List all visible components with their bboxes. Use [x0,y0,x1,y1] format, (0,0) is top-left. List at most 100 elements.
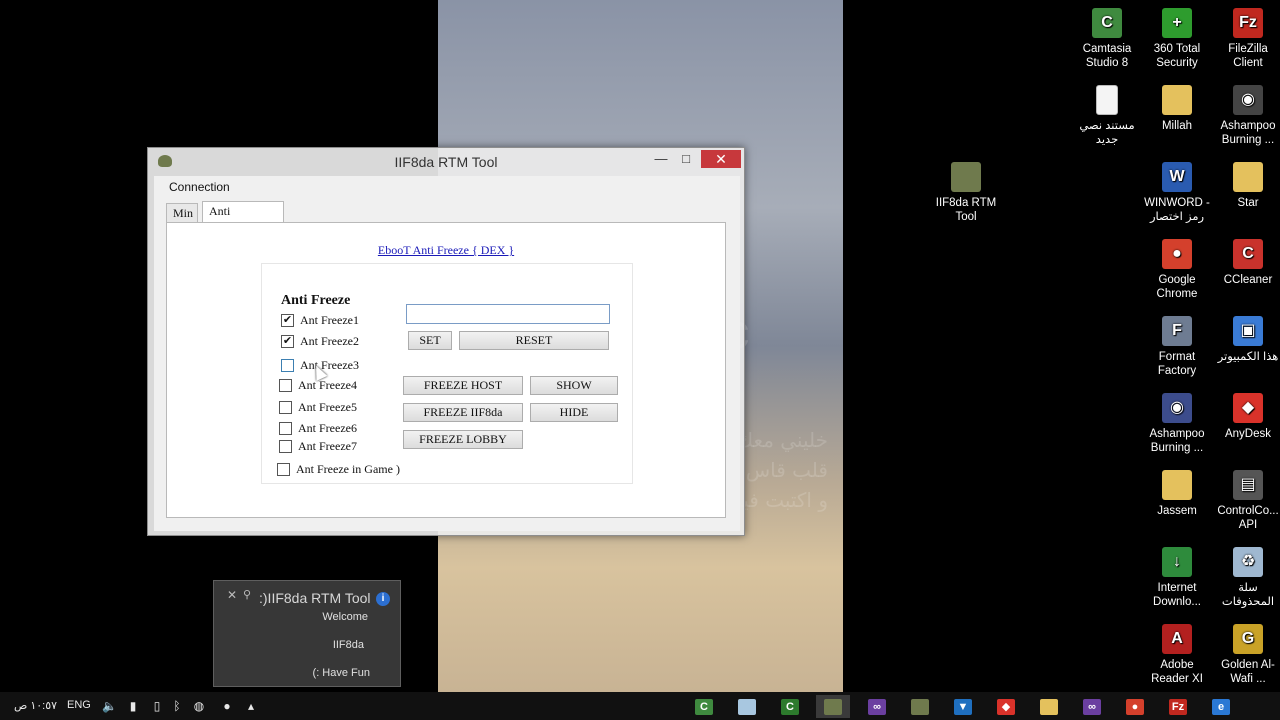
taskbar-button[interactable]: Fz [1161,695,1195,718]
set-button[interactable]: SET [408,331,452,350]
desktop-icon[interactable]: W WINWORD - رمز اختصار [1141,162,1213,224]
checkbox-row-ant-freeze1[interactable]: ✔ Ant Freeze1 [281,313,359,328]
menu-connection[interactable]: Connection [169,180,230,194]
taskbar-button[interactable] [730,695,764,718]
language-indicator[interactable]: ENG [67,699,91,711]
taskbar-button[interactable]: ∞ [1075,695,1109,718]
notification-line: (: Have Fun [312,667,370,679]
checkbox-row-ant-freeze6[interactable]: Ant Freeze6 [279,421,357,436]
checkbox-label: Ant Freeze5 [298,400,357,414]
close-icon[interactable]: ✕ [227,588,237,602]
maximize-button[interactable]: □ [676,150,696,168]
minimize-button[interactable]: — [651,150,671,168]
tab-anti-freeze[interactable]: Anti FREEZE [202,201,284,237]
taskbar-button[interactable]: C [687,695,721,718]
tab-min[interactable]: Min [166,203,198,223]
checkbox-ant-freeze4[interactable] [279,379,292,392]
checkbox-row-ant-freeze7[interactable]: Ant Freeze7 [279,439,357,454]
freeze-lobby-button[interactable]: FREEZE LOBBY [403,430,523,449]
golden-alwafi-icon: G [1233,624,1263,654]
value-input[interactable] [406,304,610,324]
chevron-up-icon[interactable]: ▴ [244,699,258,713]
taskbar-button[interactable]: C [773,695,807,718]
notification-line: Welcome [322,611,368,623]
desktop-icon[interactable]: ● Google Chrome [1141,239,1213,301]
filezilla-icon: Fz [1233,8,1263,38]
format-factory-icon: F [1162,316,1192,346]
desktop-icon[interactable]: مستند نصي جديد [1071,85,1143,147]
checkbox-row-ant-freeze-in-game[interactable]: Ant Freeze in Game ) [277,462,400,477]
desktop-icon[interactable]: ◉ Ashampoo Burning ... [1141,393,1213,455]
checkbox-ant-freeze2[interactable]: ✔ [281,335,294,348]
desktop-icon[interactable]: +360 Total Security [1141,8,1213,70]
desktop-icon-label: Adobe Reader XI [1151,659,1203,685]
taskbar-button[interactable] [903,695,937,718]
desktop-icon-label: Jassem [1157,505,1197,517]
desktop-icon-label: Millah [1161,120,1193,132]
desktop-icon[interactable]: Fz FileZilla Client [1212,8,1280,70]
close-button[interactable]: ✕ [701,150,741,168]
desktop-icon[interactable]: Jassem [1141,470,1213,518]
checkbox-ant-freeze3[interactable] [281,359,294,372]
desktop-icon-label: Camtasia Studio 8 [1082,43,1132,69]
desktop-icon[interactable]: ▤ ControlCo... API [1212,470,1280,532]
taskbar-button[interactable]: ● [1118,695,1152,718]
volume-icon[interactable]: 🔈 [102,699,117,713]
desktop-icon-label: Ashampoo Burning ... [1149,428,1205,454]
battery-icon[interactable]: ▯ [150,699,164,713]
checkbox-row-ant-freeze5[interactable]: Ant Freeze5 [279,400,357,415]
desktop-icon-label: Star [1237,197,1259,209]
reset-button[interactable]: RESET [459,331,609,350]
disc-burn-icon: ◉ [1233,85,1263,115]
shield-taskbar-icon: ▼ [954,698,972,715]
desktop-icon[interactable]: C Camtasia Studio 8 [1071,8,1143,70]
pin-icon[interactable]: ⚲ [243,588,251,601]
desktop-icon[interactable]: ◉ Ashampoo Burning ... [1212,85,1280,147]
eboot-anti-freeze-link[interactable]: EbooT Anti Freeze { DEX } [167,243,725,258]
checkbox-ant-freeze1[interactable]: ✔ [281,314,294,327]
checkbox-label: Ant Freeze7 [298,439,357,453]
checkbox-label: Ant Freeze1 [300,313,359,327]
freeze-host-button[interactable]: FREEZE HOST [403,376,523,395]
desktop-icon[interactable]: F Format Factory [1141,316,1213,378]
visual-studio2-taskbar-icon: ∞ [1083,698,1101,715]
taskbar-button[interactable]: ▼ [946,695,980,718]
desktop-icon[interactable]: G Golden Al-Wafi ... [1212,624,1280,686]
folder-icon [1162,470,1192,500]
desktop-icon[interactable]: ◆ AnyDesk [1212,393,1280,441]
show-button[interactable]: SHOW [530,376,618,395]
checkbox-row-ant-freeze2[interactable]: ✔ Ant Freeze2 [281,334,359,349]
desktop-icon[interactable]: Star [1212,162,1280,210]
taskbar-button[interactable] [816,695,850,718]
desktop-icon[interactable]: IIF8da RTM Tool [930,162,1002,224]
desktop-icon[interactable]: Millah [1141,85,1213,133]
iif8da-taskbar-icon [824,698,842,715]
desktop-icon[interactable]: ↓ Internet Downlo... [1141,547,1213,609]
taskbar-button[interactable]: e [1204,695,1238,718]
desktop-icon[interactable]: ♻ سلة المحذوفات [1212,547,1280,609]
freeze-iif8da-button[interactable]: FREEZE IIF8da [403,403,523,422]
network-icon[interactable]: ◍ [192,699,206,713]
checkbox-ant-freeze7[interactable] [279,440,292,453]
signal-icon[interactable]: ▮ [126,699,140,713]
desktop-icon[interactable]: A Adobe Reader XI [1141,624,1213,686]
checkbox-ant-freeze5[interactable] [279,401,292,414]
clock[interactable]: ١٠:٥٧ ص [14,699,57,712]
chrome-icon: ● [1162,239,1192,269]
checkbox-ant-freeze6[interactable] [279,422,292,435]
taskbar-button[interactable]: ∞ [860,695,894,718]
desktop-icon[interactable]: C CCleaner [1212,239,1280,287]
hide-button[interactable]: HIDE [530,403,618,422]
bluetooth-icon[interactable]: ᛒ [170,699,184,713]
checkbox-row-ant-freeze4[interactable]: Ant Freeze4 [279,378,357,393]
disc-burn-icon: ◉ [1162,393,1192,423]
checkbox-ant-freeze-in-game[interactable] [277,463,290,476]
taskbar-button[interactable]: ◆ [989,695,1023,718]
app-tray-icon[interactable]: ● [220,699,234,713]
title-bar[interactable]: IIF8da RTM Tool — □ ✕ [148,148,744,176]
desktop-icon[interactable]: ▣ هذا الكمبيوتر [1212,316,1280,364]
camtasia-icon: C [1092,8,1122,38]
taskbar-button[interactable] [1032,695,1066,718]
notification-popup[interactable]: ✕ ⚲ :)IIF8da RTM Tool i Welcome IIF8da (… [213,580,401,687]
checkbox-label: Ant Freeze4 [298,378,357,392]
